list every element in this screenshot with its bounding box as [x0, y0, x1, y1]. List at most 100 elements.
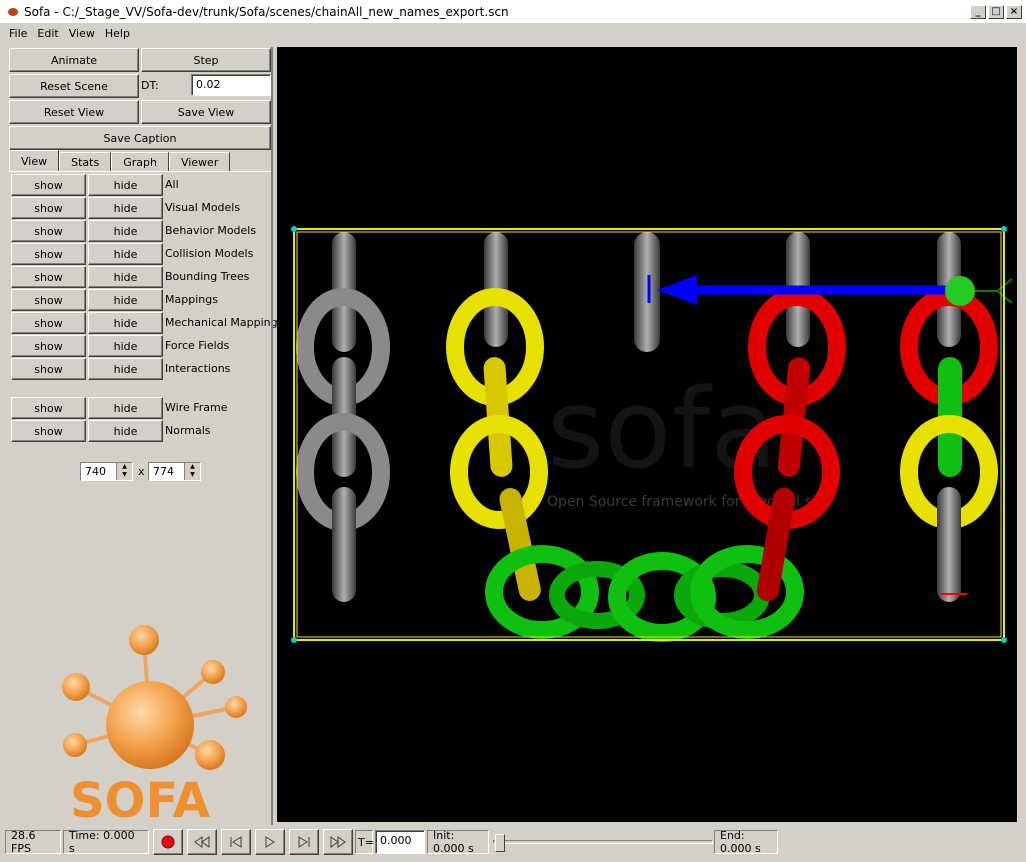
- logo-text: SOFA: [70, 773, 210, 825]
- scene-viewport[interactable]: sofa Open Source framework for medical s: [277, 47, 1017, 822]
- row-label-force-fields: Force Fields: [165, 339, 230, 352]
- width-spin-arrows[interactable]: ▲ ▼: [116, 463, 132, 480]
- step-forward-button[interactable]: [289, 829, 319, 855]
- show-behavior-models-button[interactable]: show: [11, 220, 86, 242]
- step-back-icon: [230, 836, 242, 848]
- step-button[interactable]: Step: [141, 48, 271, 72]
- height-spin-arrows[interactable]: ▲ ▼: [184, 463, 200, 480]
- record-icon: [161, 835, 175, 849]
- maximize-icon[interactable]: □: [988, 5, 1004, 19]
- hide-collision-models-button[interactable]: hide: [88, 243, 163, 265]
- chain-gray-center: [634, 232, 660, 352]
- sofa-app-icon: [6, 5, 20, 19]
- time-slider[interactable]: [493, 834, 713, 852]
- hide-behavior-models-button[interactable]: hide: [88, 220, 163, 242]
- hide-interactions-button[interactable]: hide: [88, 358, 163, 380]
- fps-display: 28.6 FPS: [5, 829, 61, 855]
- play-icon: [265, 836, 275, 848]
- record-button[interactable]: [153, 829, 183, 855]
- fast-forward-button[interactable]: [323, 829, 353, 855]
- width-value: 740: [85, 465, 106, 478]
- row-label-interactions: Interactions: [165, 362, 231, 375]
- slider-groove: [493, 840, 713, 844]
- play-button[interactable]: [255, 829, 285, 855]
- step-back-button[interactable]: [221, 829, 251, 855]
- viewport-frame: [271, 47, 273, 825]
- row-label-bounding-trees: Bounding Trees: [165, 270, 250, 283]
- hide-mechanical-mappings-button[interactable]: hide: [88, 312, 163, 334]
- dt-input[interactable]: 0.02: [191, 74, 271, 96]
- hide-wire-frame-button[interactable]: hide: [88, 397, 163, 419]
- height-value: 774: [153, 465, 174, 478]
- status-bar: 28.6 FPS Time: 0.000 s T= 0.000 Init: 0.…: [0, 828, 1026, 858]
- reset-view-button[interactable]: Reset View: [9, 100, 139, 124]
- hide-mappings-button[interactable]: hide: [88, 289, 163, 311]
- menu-file[interactable]: File: [0, 27, 32, 40]
- picked-point-handle: [975, 278, 1013, 304]
- show-collision-models-button[interactable]: show: [11, 243, 86, 265]
- sofa-logo: SOFA: [62, 625, 247, 825]
- hide-normals-button[interactable]: hide: [88, 420, 163, 442]
- t-input[interactable]: 0.000: [375, 830, 425, 854]
- row-label-visual-models: Visual Models: [165, 201, 241, 214]
- picked-point: [945, 276, 975, 306]
- menu-view[interactable]: View: [64, 27, 100, 40]
- show-wire-frame-button[interactable]: show: [11, 397, 86, 419]
- hide-bounding-trees-button[interactable]: hide: [88, 266, 163, 288]
- minimize-icon[interactable]: _: [970, 5, 986, 19]
- show-normals-button[interactable]: show: [11, 420, 86, 442]
- size-separator: x: [138, 465, 145, 478]
- tab-viewer[interactable]: Viewer: [168, 152, 231, 172]
- tab-stats[interactable]: Stats: [59, 152, 112, 172]
- row-label-mechanical-mappings: Mechanical Mappings: [165, 316, 284, 329]
- scene-render: sofa Open Source framework for medical s: [291, 226, 1013, 643]
- menu-bar: File Edit View Help: [0, 24, 1026, 42]
- slider-handle[interactable]: [495, 834, 505, 852]
- rewind-button[interactable]: [187, 829, 217, 855]
- row-label-all: All: [165, 178, 179, 191]
- save-view-button[interactable]: Save View: [141, 100, 271, 124]
- step-forward-icon: [298, 836, 310, 848]
- row-label-collision-models: Collision Models: [165, 247, 254, 260]
- show-interactions-button[interactable]: show: [11, 358, 86, 380]
- bbox-corner: [1001, 637, 1007, 643]
- row-label-normals: Normals: [165, 424, 211, 437]
- window-controls: _ □ ×: [970, 5, 1022, 19]
- height-spinbox[interactable]: 774 ▲ ▼: [148, 462, 201, 481]
- hide-force-fields-button[interactable]: hide: [88, 335, 163, 357]
- rewind-icon: [194, 836, 210, 848]
- t-label: T=: [355, 830, 374, 854]
- window-title: Sofa - C:/_Stage_VV/Sofa-dev/trunk/Sofa/…: [24, 4, 509, 19]
- show-visual-models-button[interactable]: show: [11, 197, 86, 219]
- bbox-corner: [1001, 226, 1007, 232]
- save-caption-button[interactable]: Save Caption: [9, 126, 271, 150]
- chain-gray-1: [296, 232, 390, 602]
- hide-all-button[interactable]: hide: [88, 174, 163, 196]
- show-bounding-trees-button[interactable]: show: [11, 266, 86, 288]
- init-display: Init: 0.000 s: [427, 829, 489, 855]
- dt-label: DT:: [141, 79, 159, 92]
- tab-graph[interactable]: Graph: [111, 152, 169, 172]
- width-spinbox[interactable]: 740 ▲ ▼: [80, 462, 133, 481]
- end-display: End: 0.000 s: [714, 829, 778, 855]
- reset-scene-button[interactable]: Reset Scene: [9, 74, 139, 98]
- bbox-corner: [291, 226, 297, 232]
- hide-visual-models-button[interactable]: hide: [88, 197, 163, 219]
- menu-edit[interactable]: Edit: [32, 27, 63, 40]
- close-icon[interactable]: ×: [1006, 5, 1022, 19]
- row-label-mappings: Mappings: [165, 293, 218, 306]
- bbox-corner: [291, 637, 297, 643]
- row-label-behavior-models: Behavior Models: [165, 224, 257, 237]
- menu-help[interactable]: Help: [100, 27, 135, 40]
- show-mappings-button[interactable]: show: [11, 289, 86, 311]
- animate-button[interactable]: Animate: [9, 48, 139, 72]
- fast-forward-icon: [330, 836, 346, 848]
- time-display: Time: 0.000 s: [63, 829, 149, 855]
- row-label-wire-frame: Wire Frame: [165, 401, 228, 414]
- tab-pane-border: [9, 171, 271, 172]
- show-all-button[interactable]: show: [11, 174, 86, 196]
- show-mechanical-mappings-button[interactable]: show: [11, 312, 86, 334]
- show-force-fields-button[interactable]: show: [11, 335, 86, 357]
- panel-tabs: View Stats Graph Viewer: [9, 150, 231, 172]
- tab-view[interactable]: View: [9, 150, 60, 172]
